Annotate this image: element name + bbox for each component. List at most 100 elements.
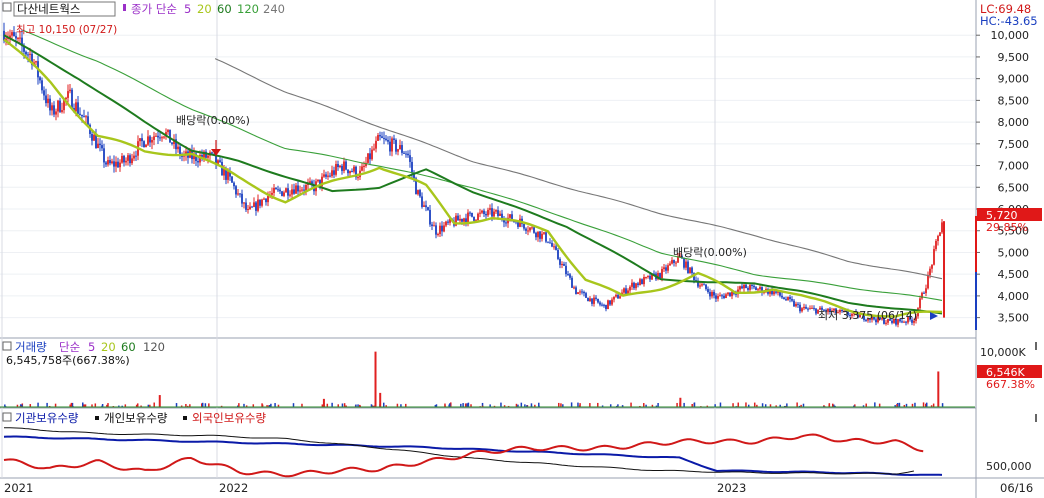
volume-bar [874, 402, 876, 407]
volume-bar [878, 403, 881, 407]
candle-body [739, 286, 741, 290]
candle-body [263, 198, 265, 200]
candle-body [577, 292, 579, 294]
candle-body [241, 193, 243, 204]
candle-body [661, 269, 663, 279]
candle-body [939, 232, 941, 236]
volume-ma-5: 5 [88, 340, 95, 354]
candle-body [239, 193, 241, 195]
ma-legend-label: 종가 단순 [131, 2, 177, 16]
candle-body [431, 224, 433, 226]
candle-body [635, 283, 637, 289]
volume-bar-spike [379, 392, 382, 407]
volume-bar [274, 403, 276, 407]
panel-toggle-icon[interactable] [2, 2, 12, 12]
candle-body [67, 91, 69, 98]
volume-bar [383, 402, 385, 407]
volume-bar [37, 402, 39, 407]
candle-body [919, 298, 921, 309]
candle-body [391, 138, 393, 152]
candle-body [537, 231, 539, 238]
candle-body [485, 214, 487, 216]
volume-bar [464, 403, 467, 407]
candle-body [435, 225, 437, 235]
candle-body [791, 299, 793, 301]
candle-body [467, 212, 469, 223]
candle-body [421, 196, 423, 207]
candle-body [117, 161, 119, 168]
candle-body [353, 166, 355, 172]
candle-body [109, 160, 111, 164]
volume-ma-label: 단순 [59, 340, 80, 354]
candle-body [103, 148, 105, 163]
candle-body [39, 77, 41, 81]
candle-body [143, 141, 145, 148]
stock-chart[interactable]: 10,000 9,500 9,000 8,500 8,000 7,500 7,000 6,50… [0, 0, 1044, 498]
candle-body [509, 214, 511, 218]
volume-bar-spike [158, 395, 161, 407]
volume-bar [719, 402, 722, 407]
candle-body [931, 264, 933, 269]
candle-body [245, 202, 247, 210]
price-tick-label: 9,500 [998, 51, 1030, 64]
candle-body [301, 189, 303, 191]
volume-bar [467, 402, 470, 407]
high-annotation: 최고 10,150 (07/27) [16, 24, 117, 36]
candle-body [527, 230, 529, 232]
volume-bar [343, 403, 346, 407]
candle-body [625, 288, 627, 294]
candle-body [149, 136, 151, 143]
volume-toggle-icon[interactable] [2, 341, 12, 351]
candle-body [493, 211, 495, 217]
volume-title: 거래량 [15, 340, 47, 354]
candle-body [363, 165, 365, 167]
candle-body [99, 143, 101, 146]
candle-body [249, 206, 251, 210]
candle-body [47, 98, 49, 104]
volume-bar [107, 403, 109, 407]
candle-body [563, 263, 565, 266]
volume-bar [560, 403, 562, 407]
candle-body [305, 185, 307, 191]
candle-body [231, 176, 233, 183]
candle-body [107, 160, 109, 165]
candle-body [433, 225, 435, 227]
candle-body [447, 221, 449, 223]
candle-body [119, 162, 121, 168]
candle-body [367, 153, 369, 163]
price-tick-label: 8,500 [998, 94, 1030, 107]
candle-body [333, 170, 335, 175]
candle-body [473, 216, 475, 221]
candle-body [629, 286, 631, 291]
candle-body [77, 102, 79, 114]
candle-body [543, 232, 545, 234]
candle-body [139, 138, 141, 142]
candle-body [327, 175, 329, 177]
candle-body [723, 295, 725, 299]
holdings-toggle-icon[interactable] [2, 412, 12, 422]
candle-body [133, 155, 135, 159]
candle-body [335, 164, 337, 175]
volume-bar [208, 403, 210, 407]
stock-name: 다산네트웍스 [17, 2, 80, 16]
candle-body [105, 162, 107, 165]
candle-body [111, 161, 113, 164]
volume-bar [630, 402, 632, 407]
price-header: 다산네트웍스 종가 단순 5 20 60 120 240 [2, 1, 285, 17]
hc-value: HC:-43.65 [980, 14, 1038, 28]
volume-bar [925, 402, 928, 407]
candle-body [575, 287, 577, 294]
volume-bar [261, 403, 263, 407]
candle-body [601, 304, 603, 306]
volume-bar [46, 402, 48, 407]
ma-legend-240: 240 [263, 2, 285, 16]
volume-bar [683, 402, 685, 407]
volume-bar [753, 402, 756, 407]
volume-bar-spike [937, 371, 940, 407]
candle-body [125, 160, 127, 163]
candle-body [559, 258, 561, 265]
candle-body [411, 161, 413, 173]
candle-body [929, 268, 931, 276]
candle-body [585, 293, 587, 298]
candle-body [169, 129, 171, 143]
